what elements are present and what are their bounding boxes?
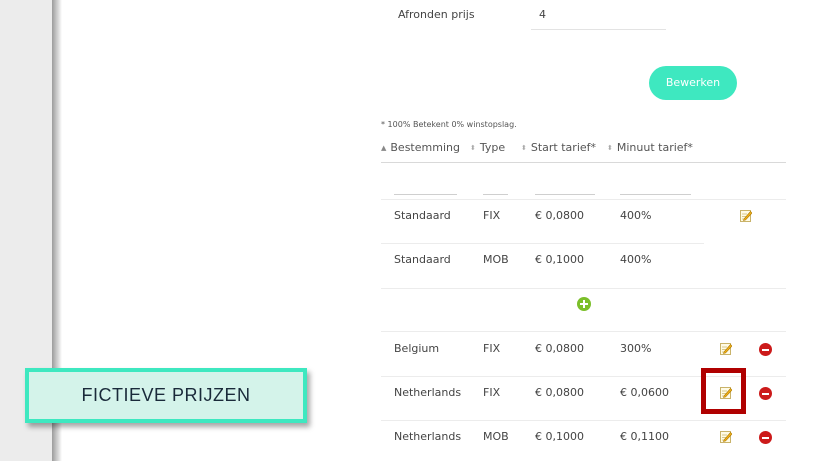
delete-minus-icon[interactable]: [759, 387, 772, 400]
header-divider: [381, 162, 786, 163]
delete-minus-icon[interactable]: [759, 343, 772, 356]
add-row-plus-icon[interactable]: [577, 297, 591, 311]
cell-minuut: 300%: [620, 342, 652, 355]
sort-arrows-icon: ⬍: [470, 144, 476, 152]
delete-minus-icon[interactable]: [759, 431, 772, 444]
cell-minuut: € 0,0600: [620, 386, 669, 399]
cell-bestemming: Belgium: [394, 342, 440, 355]
cell-start: € 0,0800: [535, 386, 584, 399]
edit-pencil-icon[interactable]: [720, 342, 732, 355]
edit-default-pencil-icon[interactable]: [740, 209, 752, 222]
filter-start-input[interactable]: [535, 194, 595, 195]
header-minuut-tarief[interactable]: ⬍ Minuut tarief*: [607, 141, 693, 154]
edit-highlight-frame: [701, 368, 746, 414]
filter-divider: [381, 199, 786, 200]
cell-type: FIX: [483, 342, 501, 355]
row-divider: [381, 420, 786, 421]
afronden-input[interactable]: 4: [539, 8, 546, 21]
filter-minuut-input[interactable]: [620, 194, 691, 195]
afronden-label: Afronden prijs: [398, 8, 475, 21]
fictieve-prijzen-callout: FICTIEVE PRIJZEN: [25, 368, 307, 423]
header-type[interactable]: ⬍ Type: [470, 141, 505, 154]
cell-bestemming: Netherlands: [394, 430, 462, 443]
header-start-tarief[interactable]: ⬍ Start tarief*: [521, 141, 596, 154]
afronden-input-underline: [531, 29, 666, 30]
header-bestemming[interactable]: ▲ Bestemming: [381, 141, 460, 154]
sort-asc-icon: ▲: [381, 144, 387, 152]
cell-start: € 0,0800: [535, 342, 584, 355]
cell-minuut: 400%: [620, 209, 652, 222]
cell-bestemming: Netherlands: [394, 386, 462, 399]
cell-minuut: 400%: [620, 253, 652, 266]
cell-bestemming: Standaard: [394, 253, 451, 266]
cell-type: MOB: [483, 253, 509, 266]
row-divider: [381, 288, 786, 289]
winstopslag-note: * 100% Betekent 0% winstopslag.: [381, 120, 517, 129]
edit-pencil-icon[interactable]: [720, 430, 732, 443]
cell-start: € 0,1000: [535, 430, 584, 443]
cell-bestemming: Standaard: [394, 209, 451, 222]
row-divider: [381, 331, 786, 332]
cell-type: MOB: [483, 430, 509, 443]
cell-start: € 0,0800: [535, 209, 584, 222]
filter-bestemming-input[interactable]: [394, 194, 457, 195]
cell-type: FIX: [483, 386, 501, 399]
sort-arrows-icon: ⬍: [607, 144, 613, 152]
filter-type-input[interactable]: [483, 194, 508, 195]
bewerken-button[interactable]: Bewerken: [649, 66, 737, 100]
cell-start: € 0,1000: [535, 253, 584, 266]
sort-arrows-icon: ⬍: [521, 144, 527, 152]
row-divider: [381, 243, 704, 244]
cell-minuut: € 0,1100: [620, 430, 669, 443]
cell-type: FIX: [483, 209, 501, 222]
